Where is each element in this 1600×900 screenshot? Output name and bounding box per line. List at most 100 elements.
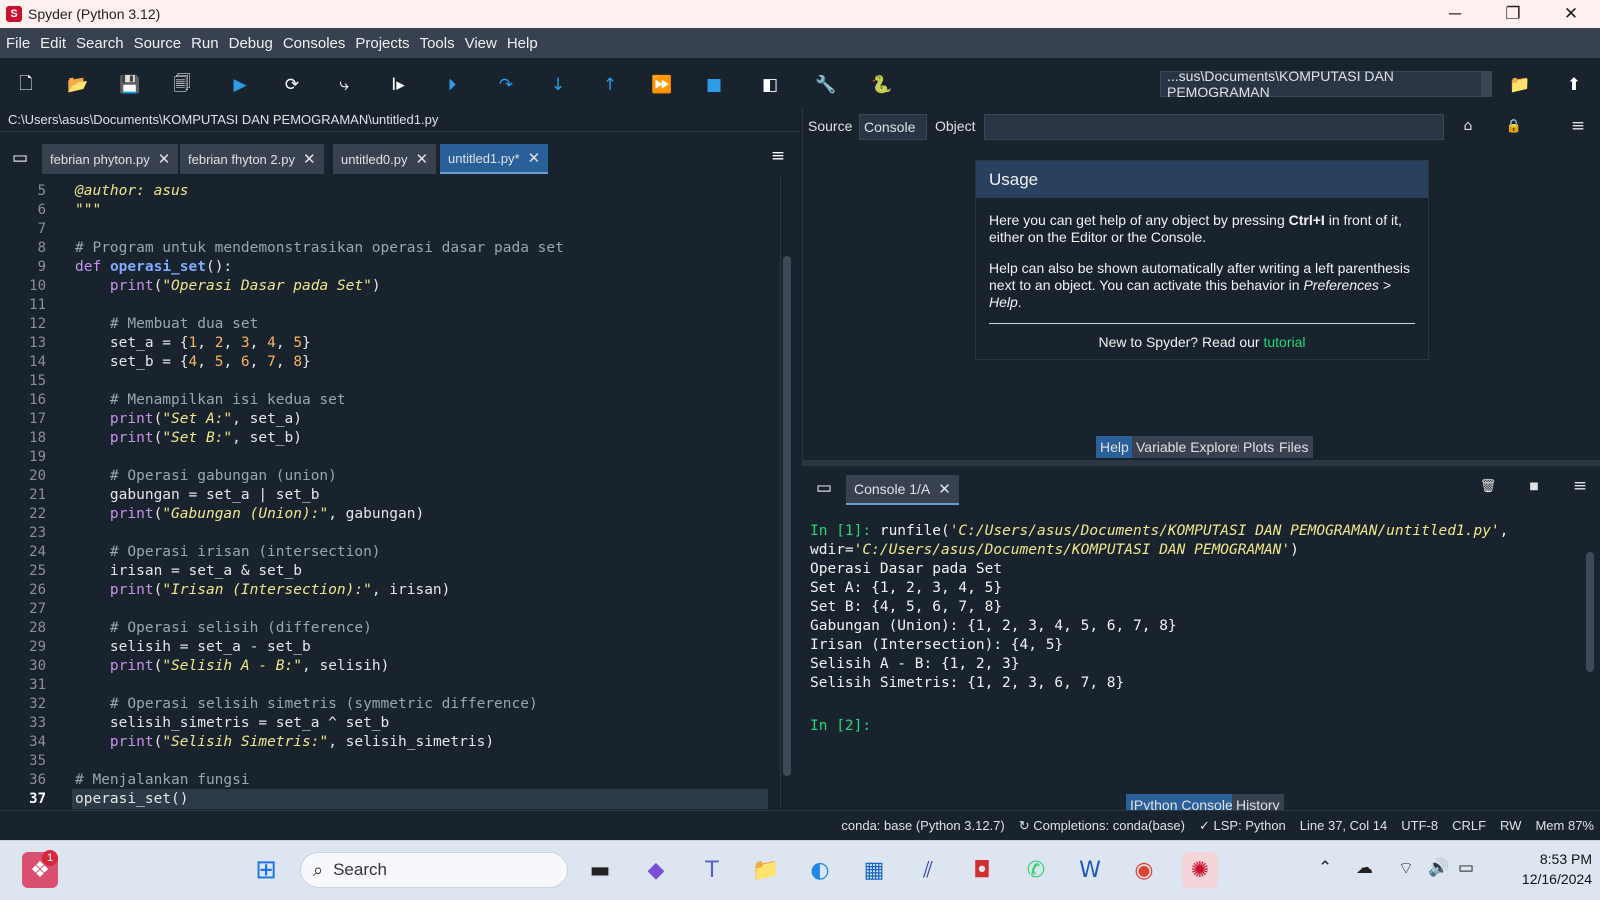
word-icon[interactable]: W: [1072, 852, 1108, 888]
code-line[interactable]: set_a = {1, 2, 3, 4, 5}: [75, 334, 311, 353]
debug-step-into-icon[interactable]: ↓: [546, 73, 570, 97]
save-icon[interactable]: 💾: [118, 73, 142, 97]
menu-edit[interactable]: Edit: [36, 35, 70, 52]
edge-icon[interactable]: ◐: [802, 852, 838, 888]
menu-view[interactable]: View: [461, 35, 501, 52]
taskbar-clock[interactable]: 8:53 PM 12/16/2024: [1492, 849, 1592, 889]
volume-icon[interactable]: 🔊: [1428, 858, 1449, 878]
close-button[interactable]: ✕: [1542, 0, 1600, 28]
close-icon[interactable]: ✕: [528, 149, 541, 167]
close-icon[interactable]: ✕: [158, 150, 171, 168]
clear-console-icon[interactable]: 🗑: [1476, 474, 1500, 498]
menu-source[interactable]: Source: [130, 35, 186, 52]
code-line[interactable]: print("Set B:", set_b): [75, 429, 302, 448]
code-line[interactable]: # Membuat dua set: [75, 315, 258, 334]
open-file-icon[interactable]: 📂: [66, 73, 90, 97]
teams-icon[interactable]: T: [694, 852, 730, 888]
tab-febrian-phyton[interactable]: febrian phyton.py ✕: [42, 144, 179, 174]
chevron-down-icon[interactable]: [1481, 72, 1491, 96]
maximize-button[interactable]: ❐: [1484, 0, 1542, 28]
tutorial-link[interactable]: tutorial: [1263, 334, 1305, 350]
tab-untitled0[interactable]: untitled0.py ✕: [333, 144, 437, 174]
chrome-icon[interactable]: ◉: [1126, 852, 1162, 888]
store-icon[interactable]: ▦: [856, 852, 892, 888]
close-icon[interactable]: ✕: [938, 480, 951, 498]
whatsapp-icon[interactable]: ✆: [1018, 852, 1054, 888]
code-line[interactable]: # Program untuk mendemonstrasikan operas…: [75, 239, 564, 258]
task-view-icon[interactable]: ▬: [582, 852, 618, 888]
run-selection-icon[interactable]: I▸: [386, 73, 410, 97]
code-line[interactable]: print("Operasi Dasar pada Set"): [75, 277, 381, 296]
code-line[interactable]: # Operasi irisan (intersection): [75, 543, 381, 562]
code-line[interactable]: irisan = set_a & set_b: [75, 562, 302, 581]
lock-icon[interactable]: 🔒: [1502, 114, 1526, 138]
wifi-icon[interactable]: ⌔: [1398, 858, 1414, 879]
code-line[interactable]: selisih = set_a - set_b: [75, 638, 311, 657]
code-line[interactable]: print("Gabungan (Union):", gabungan): [75, 505, 424, 524]
python-path-icon[interactable]: 🐍: [870, 73, 894, 97]
taskbar-search[interactable]: ⌕ Search: [300, 852, 568, 888]
scrollbar-thumb[interactable]: [1586, 552, 1594, 672]
tab-febrian-fhyton-2[interactable]: febrian fhyton 2.py ✕: [180, 144, 324, 174]
console-scrollbar[interactable]: [1584, 512, 1596, 784]
tab-untitled1[interactable]: untitled1.py* ✕: [440, 144, 549, 174]
code-line[interactable]: # Operasi selisih simetris (symmetric di…: [75, 695, 538, 714]
onedrive-icon[interactable]: ☁: [1356, 858, 1373, 878]
close-icon[interactable]: ✕: [303, 150, 316, 168]
menu-file[interactable]: File: [2, 35, 34, 52]
minimize-button[interactable]: ─: [1426, 0, 1484, 28]
browse-folder-icon[interactable]: 📁: [1508, 73, 1532, 97]
menu-help[interactable]: Help: [503, 35, 542, 52]
working-directory-combo[interactable]: ...sus\Documents\KOMPUTASI DAN PEMOGRAMA…: [1160, 68, 1492, 100]
console-input-2[interactable]: In [2]:: [810, 717, 871, 736]
options-menu-icon[interactable]: ≡: [1566, 114, 1590, 138]
menu-debug[interactable]: Debug: [225, 35, 277, 52]
hamburger-menu-icon[interactable]: ≡: [766, 144, 790, 168]
code-line[interactable]: set_b = {4, 5, 6, 7, 8}: [75, 353, 311, 372]
code-line[interactable]: # Menjalankan fungsi: [75, 771, 250, 790]
menu-projects[interactable]: Projects: [351, 35, 413, 52]
close-icon[interactable]: ✕: [416, 150, 429, 168]
pane-tab-help[interactable]: Help: [1096, 436, 1133, 458]
run-icon[interactable]: ▶: [228, 73, 252, 97]
debug-step-icon[interactable]: ↷: [494, 73, 518, 97]
debug-continue-icon[interactable]: ⏩: [650, 73, 674, 97]
debug-stop-icon[interactable]: ■: [702, 73, 726, 97]
menu-tools[interactable]: Tools: [416, 35, 459, 52]
file-explorer-icon[interactable]: 📁: [748, 852, 784, 888]
home-icon[interactable]: ⌂: [1456, 114, 1480, 138]
options-menu-icon[interactable]: ≡: [1568, 474, 1592, 498]
spyder-taskbar-icon[interactable]: ✺: [1182, 852, 1218, 888]
stop-kernel-icon[interactable]: ■: [1522, 474, 1546, 498]
pane-tab-variable-explorer[interactable]: Variable Explorer: [1132, 436, 1247, 458]
parent-dir-icon[interactable]: ⬆: [1562, 73, 1586, 97]
pane-tab-files[interactable]: Files: [1275, 436, 1313, 458]
source-combo[interactable]: Console: [859, 114, 927, 140]
copilot-icon[interactable]: ◆: [638, 852, 674, 888]
vscode-icon[interactable]: ⫽: [910, 852, 946, 888]
code-line[interactable]: # Menampilkan isi kedua set: [75, 391, 346, 410]
maximize-pane-icon[interactable]: ◧: [758, 73, 782, 97]
pane-tab-plots[interactable]: Plots: [1239, 436, 1279, 458]
console-tab[interactable]: Console 1/A ✕: [846, 475, 959, 505]
code-line[interactable]: print("Selisih Simetris:", selisih_simet…: [75, 733, 494, 752]
code-line[interactable]: @author: asus: [75, 182, 189, 201]
antivirus-icon[interactable]: ◘: [964, 852, 1000, 888]
debug-step-return-icon[interactable]: ↑: [598, 73, 622, 97]
debug-file-icon[interactable]: ⏵: [440, 73, 464, 97]
object-input[interactable]: [984, 114, 1444, 140]
browse-tabs-icon[interactable]: ▭: [812, 476, 836, 500]
menu-run[interactable]: Run: [187, 35, 223, 52]
browse-tabs-icon[interactable]: ▭: [8, 146, 32, 170]
run-cell-advance-icon[interactable]: ⤷: [332, 73, 356, 97]
code-line[interactable]: """: [75, 201, 101, 220]
new-file-icon[interactable]: 🗋: [14, 73, 38, 97]
code-line[interactable]: operasi_set(): [75, 790, 189, 809]
code-line[interactable]: def operasi_set():: [75, 258, 232, 277]
run-cell-icon[interactable]: ⟳: [280, 73, 304, 97]
battery-icon[interactable]: ▭: [1458, 858, 1474, 878]
chevron-up-icon[interactable]: ⌃: [1318, 858, 1332, 878]
code-line[interactable]: print("Irisan (Intersection):", irisan): [75, 581, 450, 600]
scrollbar-thumb[interactable]: [783, 256, 791, 776]
save-all-icon[interactable]: 🗐: [170, 73, 194, 97]
